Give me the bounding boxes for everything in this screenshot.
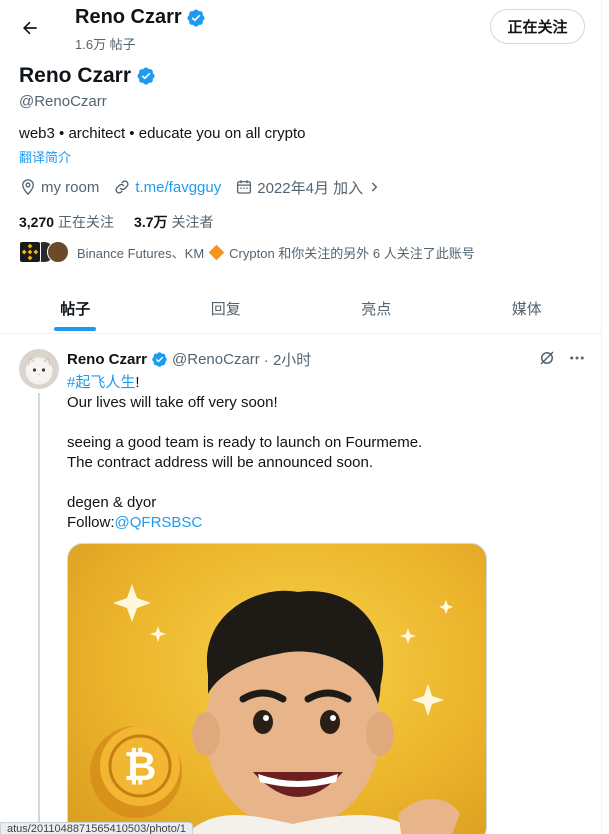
follow-stats: 3,270 正在关注 3.7万 关注者: [19, 212, 214, 232]
calendar-icon: [237, 180, 252, 194]
profile-tabs: 帖子 回复 亮点 媒体: [0, 284, 602, 334]
cat-avatar-icon: [27, 357, 51, 381]
header-name-text: Reno Czarr: [75, 6, 182, 28]
joined-item[interactable]: 2022年4月 加入: [235, 177, 381, 198]
verified-badge-icon: [137, 67, 155, 85]
tab-highlights[interactable]: 亮点: [301, 284, 452, 333]
thread-line: [38, 393, 40, 833]
tweet-header: Reno Czarr @RenoCzarr · 2小时: [67, 349, 311, 370]
tweet-time[interactable]: · 2小时: [264, 349, 312, 370]
header-post-count: 1.6万 帖子: [75, 37, 136, 52]
tweet-image[interactable]: ₿: [67, 543, 487, 834]
translate-bio-link[interactable]: 翻译简介: [19, 147, 71, 166]
avatar[interactable]: [19, 349, 59, 389]
tweet-text: #起飞人生! Our lives will take off very soon…: [67, 373, 567, 533]
profile-bio: web3 • architect • educate you on all cr…: [19, 125, 306, 142]
following-stat[interactable]: 3,270 正在关注: [19, 212, 114, 232]
profile-meta: my room t.me/favgguy 2022年4月 加入: [19, 177, 395, 197]
tab-replies[interactable]: 回复: [151, 284, 302, 333]
location-text: my room: [41, 178, 100, 196]
tweet[interactable]: Reno Czarr @RenoCzarr · 2小时 #起飞人生! Our l…: [0, 337, 601, 834]
profile-handle: @RenoCzarr: [19, 93, 107, 110]
verified-badge-icon: [152, 352, 167, 367]
binance-avatar: [19, 241, 41, 263]
following-count: 3,270: [19, 214, 55, 230]
follower-avatar: [47, 241, 69, 263]
followers-stat[interactable]: 3.7万 关注者: [134, 212, 213, 232]
binance-logo-icon: [21, 243, 39, 261]
followers-label: 关注者: [171, 214, 214, 230]
followers-you-know[interactable]: Binance Futures、KM Crypton 和你关注的另外 6 人关注…: [19, 241, 475, 263]
tweet-author-name[interactable]: Reno Czarr: [67, 351, 147, 368]
followed-by-part-a: Binance Futures、KM: [77, 245, 205, 261]
cartoon-illustration: ₿: [90, 584, 460, 834]
following-button[interactable]: 正在关注: [490, 9, 585, 44]
tab-media[interactable]: 媒体: [452, 284, 602, 333]
tab-posts[interactable]: 帖子: [0, 284, 151, 333]
svg-text:₿: ₿: [124, 744, 157, 790]
profile-page: Reno Czarr 1.6万 帖子 正在关注 Reno Czarr @Reno…: [0, 0, 602, 834]
browser-status-url: atus/2011048871565410503/photo/1: [0, 822, 194, 834]
tweet-line-3: The contract address will be announced s…: [67, 454, 374, 471]
tweet-author-handle[interactable]: @RenoCzarr: [172, 351, 260, 368]
hashtag-link[interactable]: #起飞人生: [67, 374, 135, 391]
followers-you-know-text: Binance Futures、KM Crypton 和你关注的另外 6 人关注…: [77, 243, 475, 262]
arrow-left-icon: [23, 21, 37, 35]
chevron-right-icon: [371, 182, 378, 192]
tweet-line-1: Our lives will take off very soon!: [67, 394, 278, 411]
profile-name-text: Reno Czarr: [19, 64, 132, 87]
followers-count: 3.7万: [134, 214, 168, 230]
link-icon: [115, 180, 129, 194]
profile-header-bar: Reno Czarr 1.6万 帖子 正在关注: [0, 0, 601, 56]
tweet-line-2: seeing a good team is ready to launch on…: [67, 434, 423, 451]
profile-name: Reno Czarr: [19, 64, 156, 88]
orange-diamond-icon: [208, 244, 225, 260]
location-pin-icon: [22, 179, 34, 196]
back-button[interactable]: [14, 12, 46, 44]
location-item: my room: [19, 178, 99, 196]
more-options-icon[interactable]: [568, 349, 586, 367]
grok-icon[interactable]: [538, 349, 556, 367]
followed-by-part-b: Crypton 和你关注的另外 6 人关注了此账号: [229, 245, 475, 261]
mention-link[interactable]: @QFRSBSC: [115, 514, 203, 531]
following-label: 正在关注: [58, 214, 115, 230]
website-link[interactable]: t.me/favgguy: [135, 179, 221, 196]
website-item: t.me/favgguy: [113, 178, 221, 196]
hashtag-suffix: !: [135, 374, 140, 391]
joined-text: 2022年4月 加入: [257, 179, 364, 197]
tweet-actions-top: [538, 349, 586, 367]
header-name: Reno Czarr: [75, 6, 206, 29]
follow-prefix: Follow:: [67, 514, 115, 531]
verified-badge-icon: [187, 8, 205, 27]
tweet-line-4: degen & dyor: [67, 494, 157, 511]
